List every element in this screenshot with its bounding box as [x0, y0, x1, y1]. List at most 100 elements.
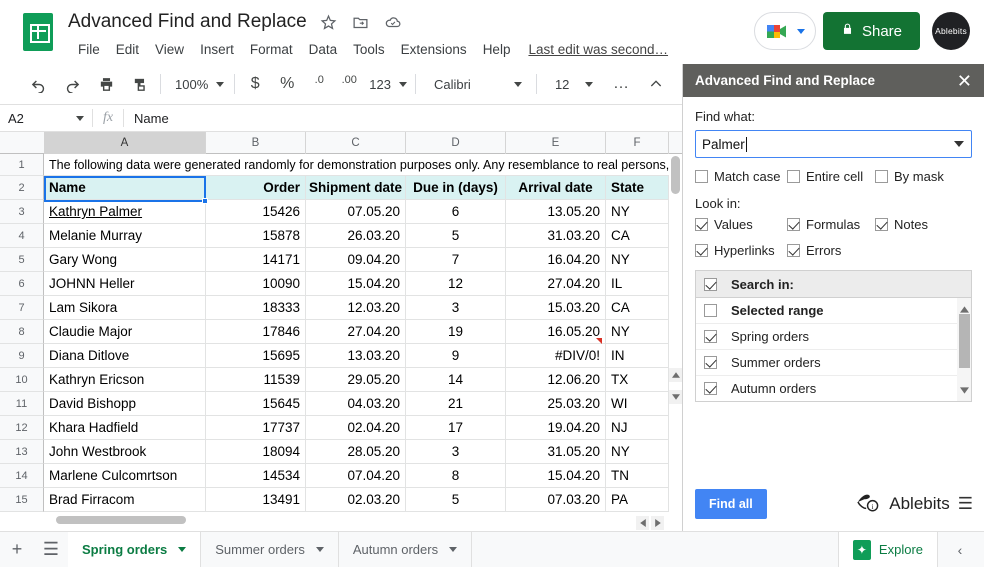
ablebits-info-icon[interactable]: i — [855, 491, 881, 518]
table-cell[interactable]: NY — [606, 320, 669, 344]
table-cell[interactable]: 27.04.20 — [306, 320, 406, 344]
checkbox[interactable] — [787, 218, 800, 231]
font-size-selector[interactable]: 12 — [543, 70, 601, 98]
chevron-down-icon[interactable] — [449, 547, 458, 552]
table-cell[interactable]: 07.03.20 — [506, 488, 606, 512]
table-cell[interactable]: 31.05.20 — [506, 440, 606, 464]
checkbox[interactable] — [704, 356, 717, 369]
option-match-case[interactable]: Match case — [695, 169, 787, 184]
table-cell[interactable]: John Westbrook — [44, 440, 206, 464]
checkbox[interactable] — [695, 244, 708, 257]
checkbox[interactable] — [704, 382, 717, 395]
table-cell[interactable]: WI — [606, 392, 669, 416]
table-cell[interactable]: TX — [606, 368, 669, 392]
search-in-header[interactable]: Search in: — [696, 271, 971, 298]
table-cell[interactable]: 12.03.20 — [306, 296, 406, 320]
table-header-cell[interactable]: Shipment date — [306, 176, 406, 200]
document-title[interactable]: Advanced Find and Replace — [68, 11, 307, 33]
table-cell[interactable]: 04.03.20 — [306, 392, 406, 416]
sheet-tab-summer-orders[interactable]: Summer orders — [201, 531, 339, 567]
row-header-10[interactable]: 10 — [0, 368, 44, 392]
table-cell[interactable]: TN — [606, 464, 669, 488]
table-cell[interactable]: 8 — [406, 464, 506, 488]
table-cell[interactable]: 02.03.20 — [306, 488, 406, 512]
search-in-scrollbar[interactable] — [957, 298, 971, 401]
google-meet-button[interactable] — [754, 12, 816, 50]
table-cell[interactable]: 9 — [406, 344, 506, 368]
table-cell[interactable]: 6 — [406, 200, 506, 224]
row-header-5[interactable]: 5 — [0, 248, 44, 272]
table-cell[interactable]: 13.03.20 — [306, 344, 406, 368]
zoom-selector[interactable]: 100% — [167, 70, 228, 98]
table-cell[interactable]: Kathryn Ericson — [44, 368, 206, 392]
table-header-cell[interactable]: Arrival date — [506, 176, 606, 200]
table-cell[interactable]: 15.04.20 — [306, 272, 406, 296]
move-to-folder-icon[interactable] — [351, 12, 371, 32]
table-cell[interactable]: 15.03.20 — [506, 296, 606, 320]
increase-decimal-button[interactable]: .00 — [335, 70, 363, 98]
decrease-decimal-button[interactable]: .0 — [305, 70, 333, 98]
table-cell[interactable]: 14171 — [206, 248, 306, 272]
vertical-scroll-thumb[interactable] — [671, 156, 680, 194]
column-header-B[interactable]: B — [206, 132, 306, 154]
table-cell[interactable]: 17 — [406, 416, 506, 440]
redo-icon[interactable] — [58, 70, 86, 98]
formula-input[interactable]: Name — [124, 111, 169, 126]
cloud-saved-icon[interactable] — [383, 12, 403, 32]
checkbox[interactable] — [704, 330, 717, 343]
menu-help[interactable]: Help — [475, 40, 519, 59]
row-header-15[interactable]: 15 — [0, 488, 44, 512]
table-cell[interactable]: 12 — [406, 272, 506, 296]
checkbox[interactable] — [704, 304, 717, 317]
table-cell[interactable]: PA — [606, 488, 669, 512]
table-cell[interactable]: IL — [606, 272, 669, 296]
checkbox[interactable] — [787, 244, 800, 257]
table-cell[interactable]: JOHNN Heller — [44, 272, 206, 296]
menu-data[interactable]: Data — [301, 40, 346, 59]
column-header-A[interactable]: A — [44, 132, 206, 154]
table-cell[interactable]: Diana Ditlove — [44, 344, 206, 368]
table-cell[interactable]: 31.03.20 — [506, 224, 606, 248]
percent-format-button[interactable]: % — [273, 70, 301, 98]
table-cell[interactable]: Gary Wong — [44, 248, 206, 272]
find-what-input[interactable]: Palmer — [695, 130, 972, 158]
menu-file[interactable]: File — [70, 40, 108, 59]
table-cell[interactable]: NY — [606, 200, 669, 224]
checkbox[interactable] — [695, 218, 708, 231]
table-cell[interactable]: Kathryn Palmer — [44, 200, 206, 224]
table-cell[interactable]: 25.03.20 — [506, 392, 606, 416]
print-icon[interactable] — [92, 70, 120, 98]
paint-format-icon[interactable] — [126, 70, 154, 98]
table-cell[interactable]: NY — [606, 248, 669, 272]
table-cell[interactable]: NY — [606, 440, 669, 464]
scroll-up-button[interactable] — [960, 300, 969, 318]
table-cell[interactable]: Marlene Culcomrtson — [44, 464, 206, 488]
undo-icon[interactable] — [24, 70, 52, 98]
row-header-6[interactable]: 6 — [0, 272, 44, 296]
table-cell[interactable]: Brad Firracom — [44, 488, 206, 512]
table-cell[interactable]: 3 — [406, 296, 506, 320]
table-cell[interactable]: Lam Sikora — [44, 296, 206, 320]
lookin-hyperlinks[interactable]: Hyperlinks — [695, 243, 787, 258]
table-cell[interactable]: 5 — [406, 488, 506, 512]
table-cell[interactable]: 14534 — [206, 464, 306, 488]
lookin-values[interactable]: Values — [695, 217, 787, 232]
all-sheets-icon[interactable]: ☰ — [34, 532, 68, 567]
lookin-errors[interactable]: Errors — [787, 243, 875, 258]
table-cell[interactable]: 7 — [406, 248, 506, 272]
scroll-right-button[interactable] — [651, 515, 664, 530]
sheet-tab-spring-orders[interactable]: Spring orders — [68, 531, 202, 567]
table-cell[interactable]: 15645 — [206, 392, 306, 416]
table-cell[interactable]: 28.05.20 — [306, 440, 406, 464]
table-cell[interactable]: 26.03.20 — [306, 224, 406, 248]
lookin-notes[interactable]: Notes — [875, 217, 963, 232]
menu-tools[interactable]: Tools — [345, 40, 393, 59]
table-cell[interactable]: 15.04.20 — [506, 464, 606, 488]
table-cell[interactable]: 15426 — [206, 200, 306, 224]
fill-handle[interactable] — [202, 198, 208, 204]
search-in-item[interactable]: Autumn orders — [696, 376, 971, 401]
column-header-F[interactable]: F — [606, 132, 669, 154]
explore-button[interactable]: ✦ Explore — [837, 531, 938, 567]
table-header-cell[interactable]: Order — [206, 176, 306, 200]
avatar[interactable]: Ablebits — [932, 12, 970, 50]
